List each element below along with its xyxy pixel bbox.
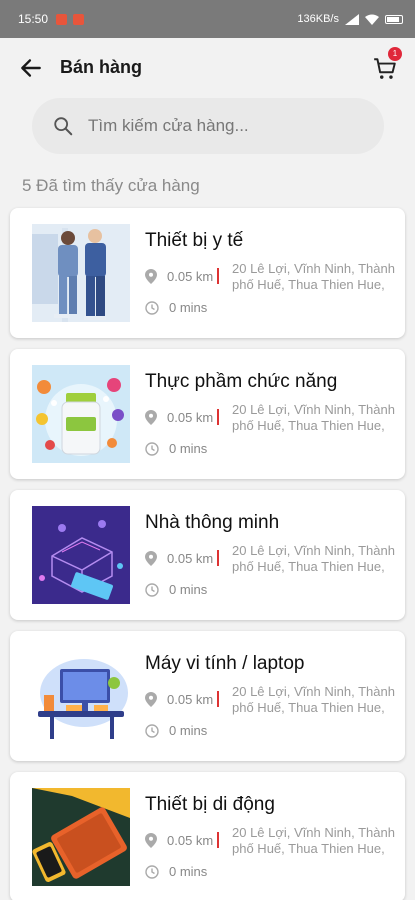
clock-icon [145,582,159,597]
store-image [32,506,130,604]
search-icon [54,117,73,136]
store-card[interactable]: Thực phầm chức năng 0.05 km 20 Lê Lợi, V… [10,349,405,479]
divider [217,832,220,848]
store-address: 20 Lê Lợi, Vĩnh Ninh, Thành phố Huế, Thu… [232,825,395,856]
status-bar: 15:50 136KB/s [0,0,415,38]
location-pin-icon [145,409,157,425]
store-name: Máy vi tính / laptop [145,653,305,674]
store-name: Thực phầm chức năng [145,371,338,392]
store-image [32,788,130,886]
store-card[interactable]: Thiết bị di động 0.05 km 20 Lê Lợi, Vĩnh… [10,772,405,900]
location-pin-icon [145,691,157,707]
divider [217,268,220,284]
store-image [32,365,130,463]
distance-row: 0.05 km [145,409,220,425]
status-time: 15:50 [18,12,49,26]
back-arrow-icon[interactable] [18,55,44,81]
time-row: 0 mins [145,441,207,456]
store-card[interactable]: Máy vi tính / laptop 0.05 km 20 Lê Lợi, … [10,631,405,761]
store-image [32,224,130,322]
store-card[interactable]: Thiết bị y tế 0.05 km 20 Lê Lợi, Vĩnh Ni… [10,208,405,338]
store-time: 0 mins [169,864,208,879]
location-pin-icon [145,550,157,566]
distance-row: 0.05 km [145,832,220,848]
cart-button[interactable]: 1 [370,47,402,82]
results-count-label: 5 Đã tìm thấy cửa hàng [22,176,200,195]
store-name: Nhà thông minh [145,512,280,533]
store-list: Thiết bị y tế 0.05 km 20 Lê Lợi, Vĩnh Ni… [10,208,405,900]
cart-count-badge: 1 [388,47,402,61]
store-distance: 0.05 km [167,268,214,284]
divider [217,691,220,707]
store-time: 0 mins [169,300,208,315]
store-image [32,647,130,745]
battery-icon [385,14,403,24]
search-input[interactable] [88,116,358,136]
store-distance: 0.05 km [167,550,214,566]
clock-icon [145,300,159,315]
page-title: Bán hàng [60,57,143,77]
distance-row: 0.05 km [145,691,220,707]
app-bar: Bán hàng 1 [0,38,415,98]
distance-row: 0.05 km [145,268,220,284]
time-row: 0 mins [145,300,207,315]
app-notification-icon [73,13,85,25]
store-address: 20 Lê Lợi, Vĩnh Ninh, Thành phố Huế, Thu… [232,261,395,292]
divider [217,550,220,566]
store-distance: 0.05 km [167,832,214,848]
store-address: 20 Lê Lợi, Vĩnh Ninh, Thành phố Huế, Thu… [232,684,395,715]
location-pin-icon [145,832,157,848]
store-name: Thiết bị y tế [145,230,244,251]
store-time: 0 mins [169,582,208,597]
store-name: Thiết bị di động [145,794,275,815]
time-row: 0 mins [145,582,207,597]
store-address: 20 Lê Lợi, Vĩnh Ninh, Thành phố Huế, Thu… [232,402,395,433]
divider [217,409,220,425]
clock-icon [145,723,159,738]
store-distance: 0.05 km [167,691,214,707]
search-bar[interactable] [32,98,384,154]
clock-icon [145,441,159,456]
clock-icon [145,864,159,879]
store-time: 0 mins [169,723,208,738]
network-speed: 136KB/s [297,13,339,25]
time-row: 0 mins [145,723,207,738]
store-card[interactable]: Nhà thông minh 0.05 km 20 Lê Lợi, Vĩnh N… [10,490,405,620]
location-pin-icon [145,268,157,284]
store-distance: 0.05 km [167,409,214,425]
time-row: 0 mins [145,864,207,879]
signal-icon [345,13,359,25]
distance-row: 0.05 km [145,550,220,566]
notification-icon [56,13,68,25]
store-time: 0 mins [169,441,208,456]
wifi-icon [365,14,379,25]
store-address: 20 Lê Lợi, Vĩnh Ninh, Thành phố Huế, Thu… [232,543,395,574]
